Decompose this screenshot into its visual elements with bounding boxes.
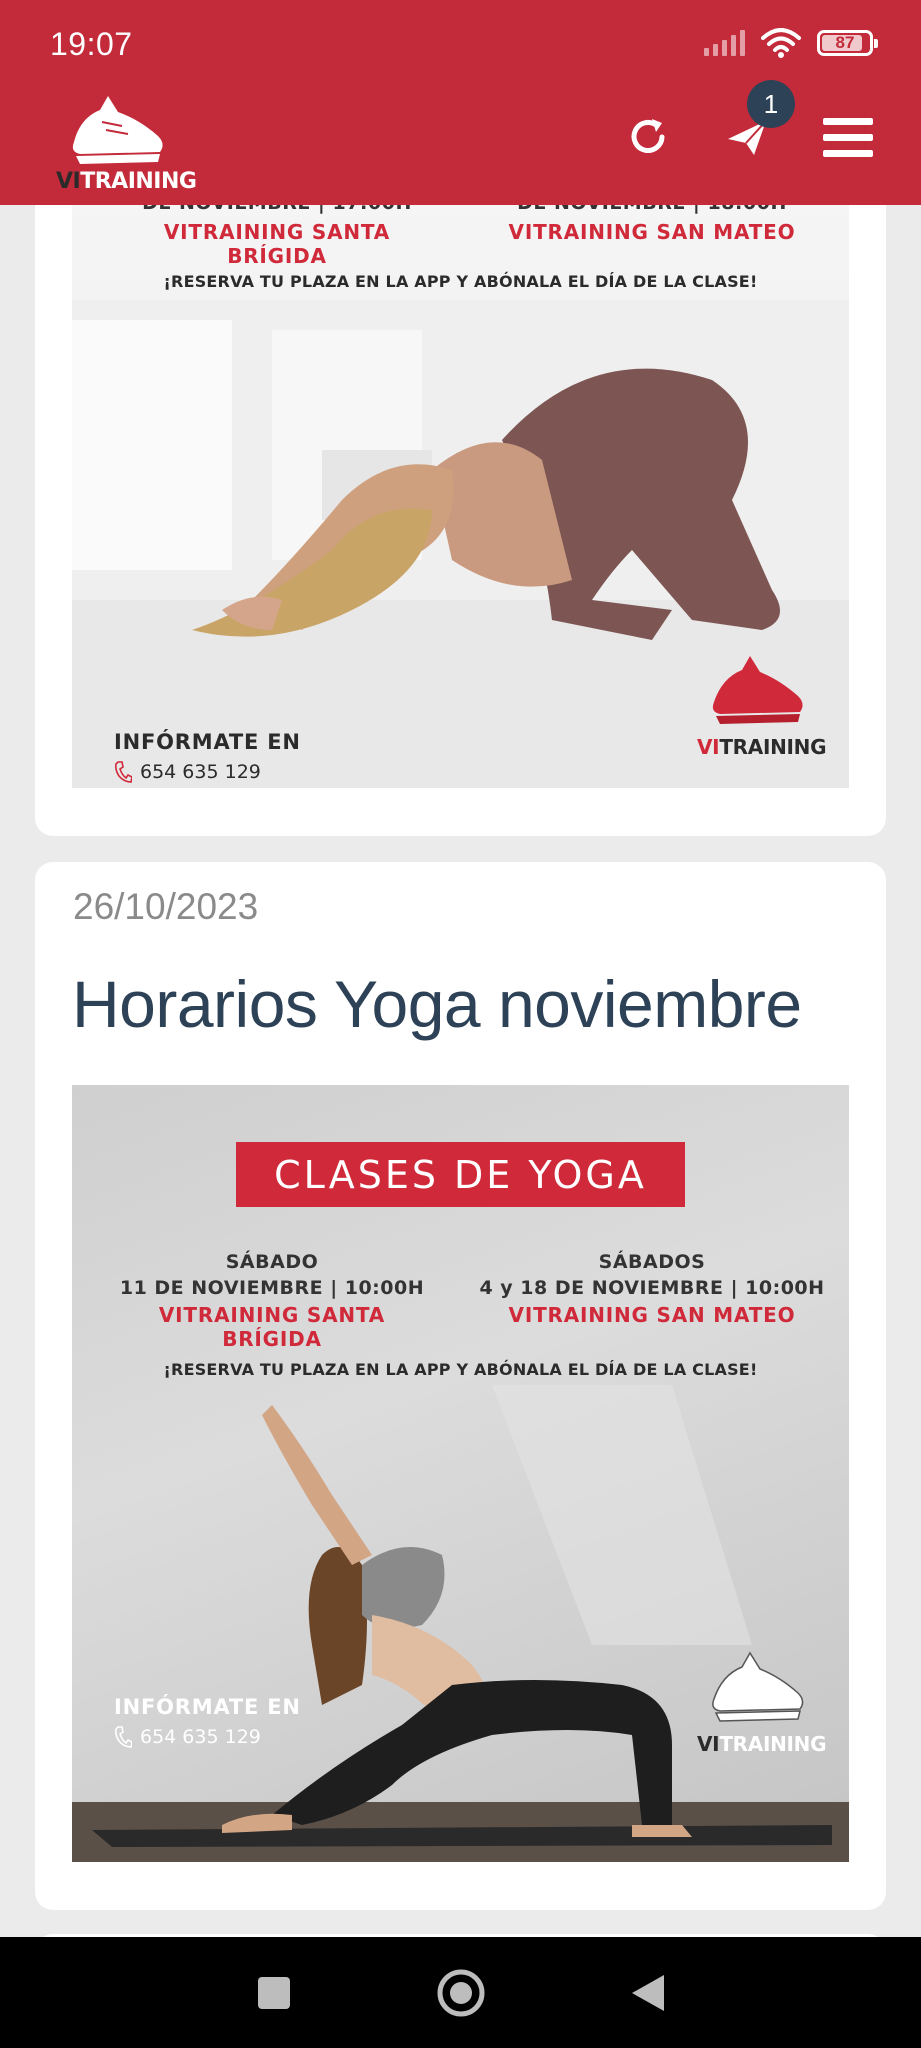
poster-phone: 654 635 129 [114, 760, 261, 784]
home-circle-icon [437, 1969, 484, 2016]
hamburger-icon [823, 117, 873, 157]
poster-phone-number: 654 635 129 [140, 1726, 261, 1748]
poster-reserve-note: ¡RESERVA TU PLAZA EN LA APP Y ABÓNALA EL… [163, 1360, 758, 1379]
poster-right-day: SÁBADOS [598, 1251, 706, 1273]
phone-icon [115, 761, 132, 783]
poster-right-date: 4 y 18 DE NOVIEMBRE | 10:00H [479, 1277, 825, 1299]
shoe-logo-icon [712, 1651, 804, 1722]
notifications-button[interactable]: 1 [723, 80, 795, 162]
brand-logo[interactable]: VITRAINING [56, 92, 197, 200]
poster-left-location: VITRAINING SANTA BRÍGIDA [158, 1303, 386, 1351]
back-triangle-icon [631, 1974, 664, 2011]
status-icons: 87 [704, 28, 878, 58]
poster-brand-vi: VI [697, 1732, 720, 1756]
poster-left-location: VITRAINING SANTA BRÍGIDA [163, 220, 391, 268]
post-card[interactable]: 26/10/2023 Horarios Yoga noviembre CLASE… [35, 862, 886, 1910]
signal-icon [704, 30, 745, 56]
post-title[interactable]: Horarios Yoga noviembre [72, 966, 802, 1042]
square-icon [257, 1976, 290, 2009]
back-button[interactable] [618, 1963, 678, 2023]
poster-right-location: VITRAINING SAN MATEO [508, 1303, 796, 1327]
system-nav-bar [0, 1937, 921, 2048]
poster-brand-training: TRAINING [719, 735, 827, 759]
home-button[interactable] [431, 1963, 491, 2023]
poster-banner: CLASES DE YOGA [236, 1142, 685, 1207]
post-poster-image[interactable]: CLASES DE YOGA SÁBADO 11 DE NOVIEMBRE | … [72, 1085, 849, 1862]
phone-icon [115, 1726, 132, 1748]
header-actions: 1 [623, 80, 873, 162]
wifi-icon [761, 28, 801, 58]
poster-left-date: 11 DE NOVIEMBRE | 10:00H [119, 1277, 425, 1299]
notification-badge: 1 [747, 80, 795, 128]
post-date: 26/10/2023 [73, 886, 259, 927]
poster-left-day: SÁBADO [225, 1251, 319, 1273]
poster-brand-vi: VI [697, 735, 720, 759]
shoe-logo-icon [712, 656, 803, 724]
menu-button[interactable] [823, 112, 873, 162]
battery-level: 87 [835, 33, 855, 52]
recents-button[interactable] [244, 1963, 304, 2023]
status-time: 19:07 [50, 26, 133, 62]
poster-brand-logo: VITRAINING [697, 1647, 827, 1756]
poster-phone: 654 635 129 [114, 1725, 261, 1749]
poster-brand-logo: VITRAINING [697, 650, 827, 759]
poster-reserve-note: ¡RESERVA TU PLAZA EN LA APP Y ABÓNALA EL… [163, 272, 758, 291]
brand-vi: VI [56, 169, 81, 194]
news-feed[interactable]: DE NOVIEMBRE | 17:00H VITRAINING SANTA B… [0, 0, 921, 1937]
shoe-logo-icon [72, 96, 163, 164]
refresh-button[interactable] [623, 112, 673, 162]
app-header: 19:07 87 VITRAINING 1 [0, 0, 921, 205]
poster-info-label: INFÓRMATE EN [114, 730, 301, 754]
poster-right-location: VITRAINING SAN MATEO [508, 220, 796, 244]
refresh-icon [631, 119, 665, 153]
battery-icon: 87 [817, 30, 878, 56]
brand-training: TRAINING [80, 169, 197, 194]
yoga-pose-photo [72, 1385, 849, 1862]
poster-info-label: INFÓRMATE EN [114, 1695, 301, 1719]
poster-phone-number: 654 635 129 [140, 761, 261, 783]
poster-brand-training: TRAINING [719, 1732, 827, 1756]
